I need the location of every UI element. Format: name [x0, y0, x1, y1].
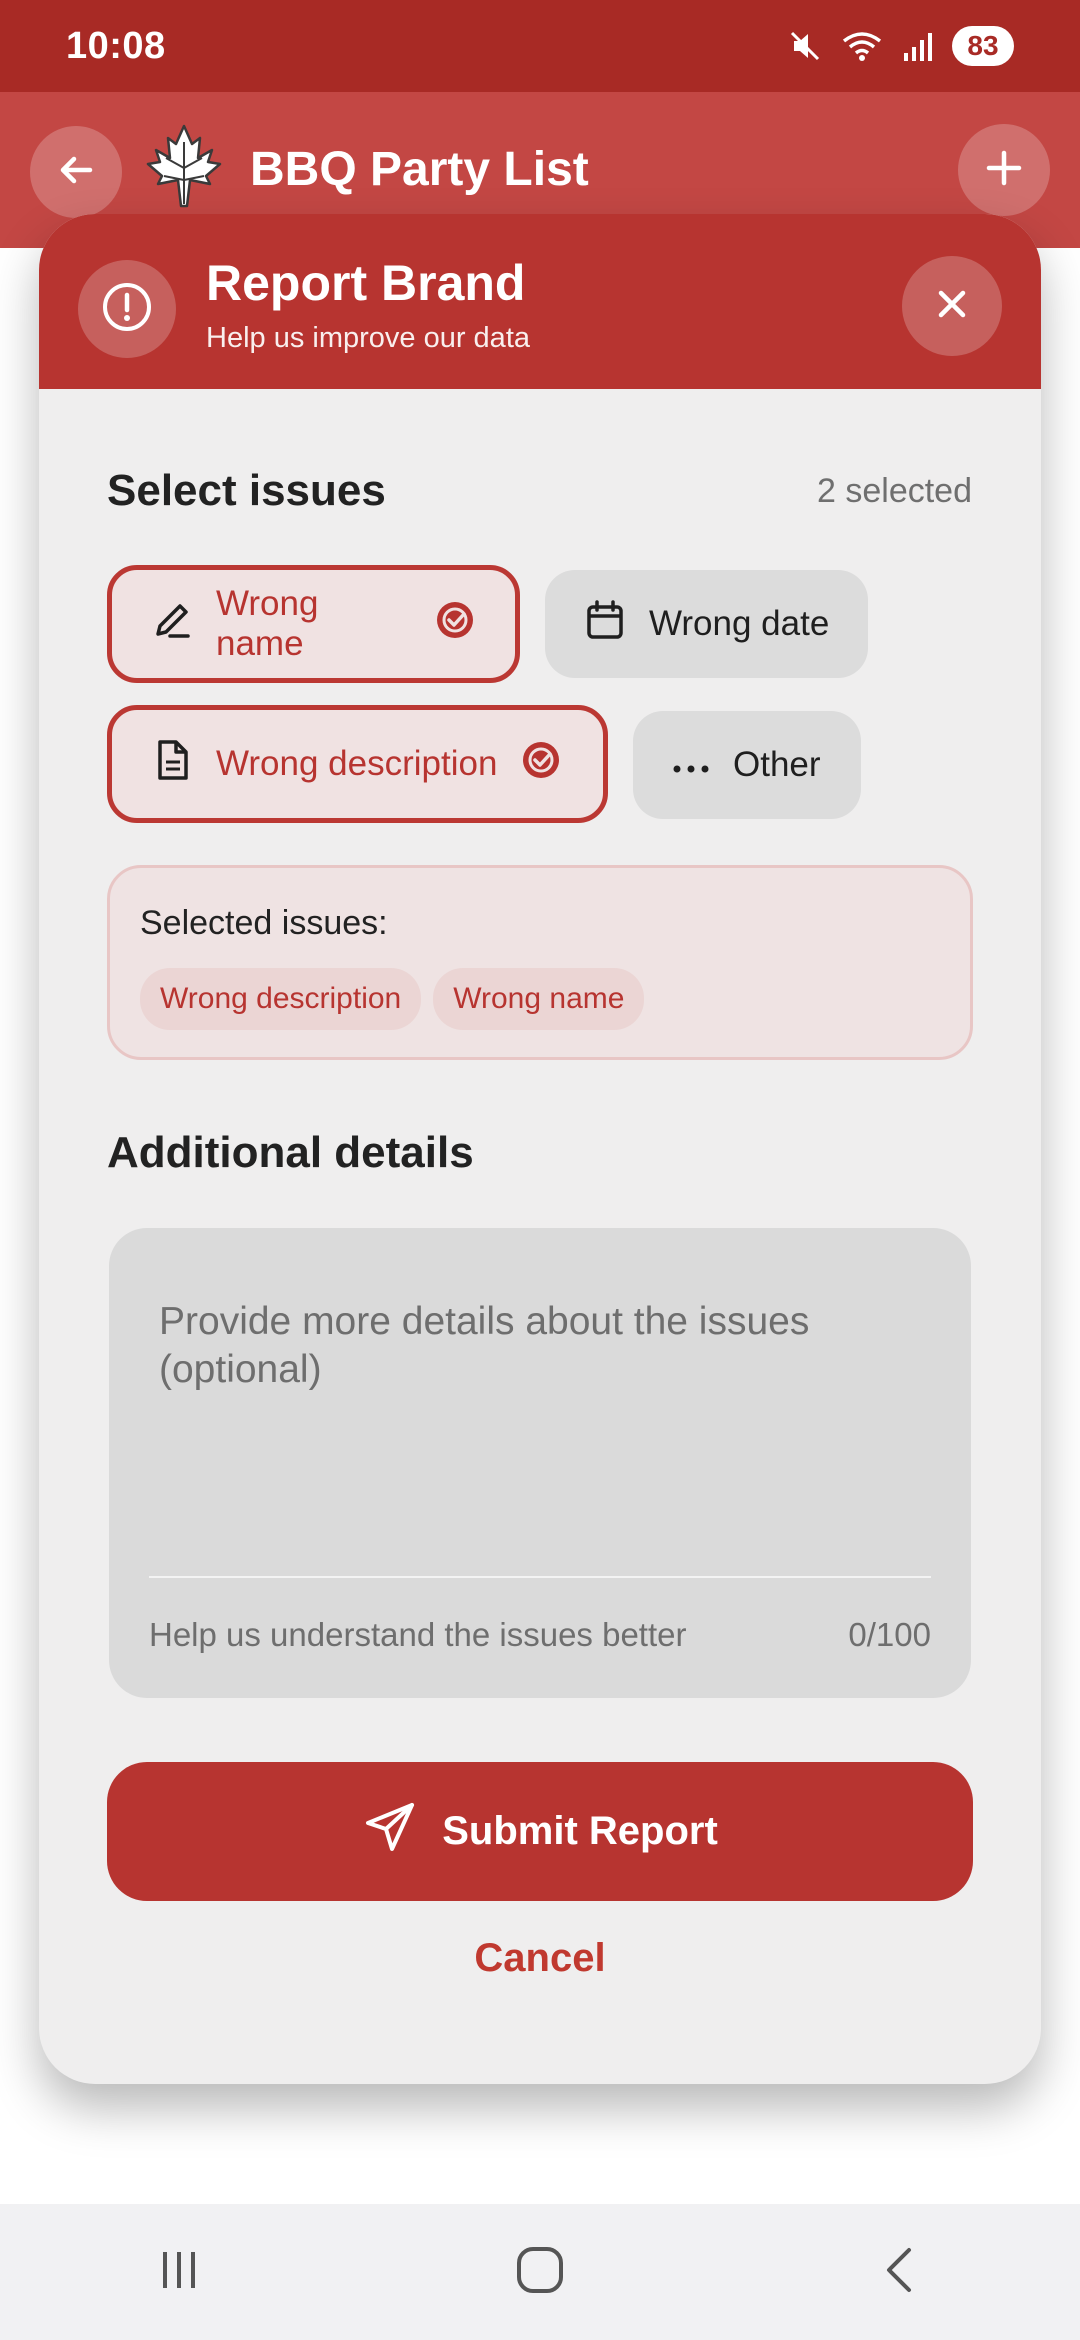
recent-apps-icon[interactable] — [155, 2246, 203, 2299]
chip-label: Wrong description — [216, 744, 498, 783]
pencil-icon — [150, 598, 194, 651]
issue-chip-wrong-name[interactable]: Wrong name — [107, 565, 520, 683]
home-icon[interactable] — [514, 2244, 566, 2301]
add-button[interactable] — [958, 124, 1050, 216]
battery-icon: 83 — [952, 26, 1014, 66]
details-hint: Help us understand the issues better — [149, 1616, 687, 1653]
alert-badge — [78, 260, 176, 358]
dialog-subtitle: Help us improve our data — [206, 322, 530, 354]
status-icons: 83 — [788, 26, 1014, 66]
send-icon — [362, 1799, 418, 1865]
arrow-left-icon — [54, 148, 98, 197]
submit-label: Submit Report — [442, 1809, 718, 1853]
details-section-title: Additional details — [107, 1128, 474, 1177]
chip-label: Wrong name — [216, 584, 319, 663]
alert-circle-icon — [100, 280, 154, 339]
dialog-title: Report Brand — [206, 255, 526, 311]
details-placeholder: Provide more details about the issues (o… — [159, 1300, 810, 1391]
plus-icon — [982, 146, 1026, 195]
back-button[interactable] — [30, 126, 122, 218]
cancel-button[interactable]: Cancel — [39, 1936, 1041, 1981]
dialog-header: Report Brand Help us improve our data — [39, 214, 1041, 389]
issue-chip-wrong-description[interactable]: Wrong description — [107, 705, 608, 823]
maple-leaf-icon — [140, 122, 228, 210]
selected-count: 2 selected — [817, 472, 972, 510]
summary-label: Selected issues: — [140, 904, 388, 942]
system-nav-bar — [0, 2204, 1080, 2340]
summary-tag: Wrong name — [433, 968, 645, 1030]
document-icon — [150, 738, 194, 791]
chip-label: Wrong date — [649, 604, 830, 643]
calendar-icon — [583, 598, 627, 651]
close-icon — [932, 284, 972, 329]
check-circle-icon — [433, 598, 477, 651]
selected-issues-summary: Selected issues: Wrong description Wrong… — [107, 865, 973, 1060]
mute-icon — [788, 29, 822, 63]
app-title: BBQ Party List — [250, 143, 589, 196]
summary-tags: Wrong description Wrong name — [140, 968, 645, 1030]
issue-chip-other[interactable]: Other — [633, 711, 861, 819]
status-bar: 10:08 83 — [0, 0, 1080, 92]
textarea-divider — [149, 1576, 931, 1578]
details-textarea[interactable]: Provide more details about the issues (o… — [109, 1228, 971, 1698]
issues-section-title: Select issues — [107, 466, 386, 515]
issue-chip-wrong-date[interactable]: Wrong date — [545, 570, 868, 678]
chip-label: Other — [733, 745, 821, 784]
character-counter: 0/100 — [848, 1616, 931, 1653]
check-circle-icon — [519, 738, 563, 791]
wifi-icon — [840, 29, 884, 63]
submit-report-button[interactable]: Submit Report — [107, 1762, 973, 1901]
more-horizontal-icon — [671, 745, 711, 785]
close-button[interactable] — [902, 256, 1002, 356]
signal-icon — [902, 29, 934, 63]
status-time: 10:08 — [66, 24, 166, 67]
summary-tag: Wrong description — [140, 968, 422, 1030]
back-nav-icon[interactable] — [877, 2246, 925, 2299]
report-brand-dialog: Report Brand Help us improve our data Se… — [39, 214, 1041, 2084]
